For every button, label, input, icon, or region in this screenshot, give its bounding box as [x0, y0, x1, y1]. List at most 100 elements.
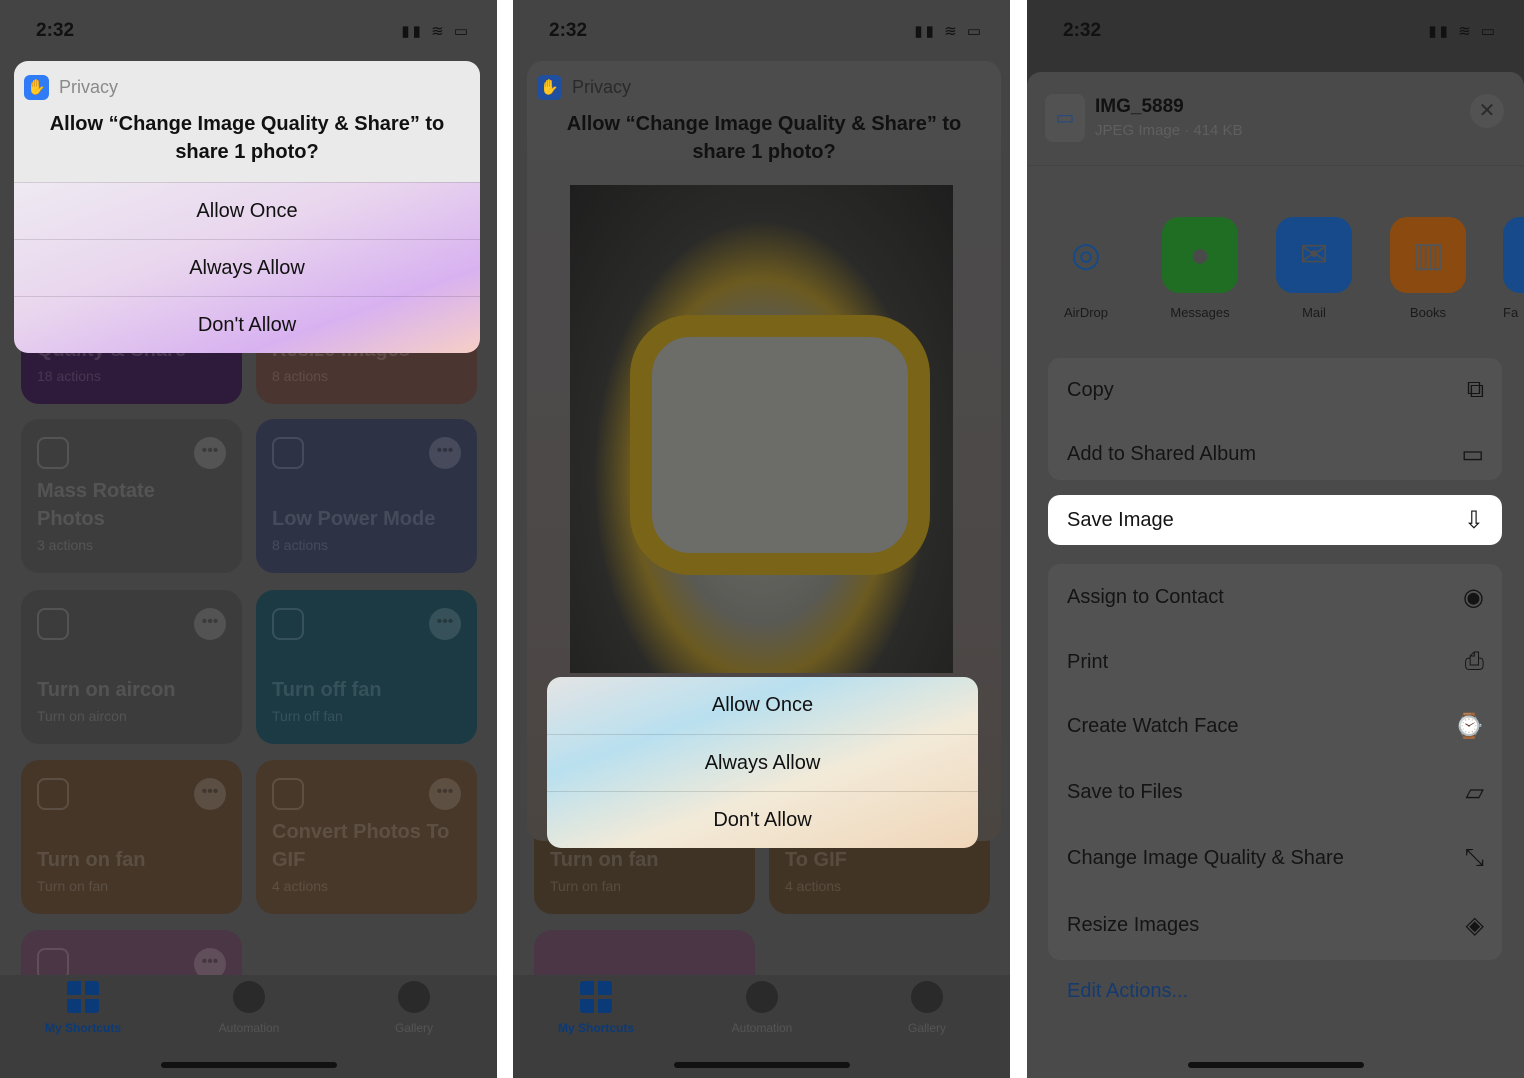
copy-icon: ⧉: [1466, 376, 1484, 403]
more-button[interactable]: •••: [194, 778, 226, 810]
share-app-books[interactable]: ▥ Books: [1389, 217, 1467, 320]
more-button[interactable]: •••: [429, 437, 461, 469]
share-action-save-to-files[interactable]: Save to Files ▱: [1048, 760, 1502, 824]
books-icon: ▥: [1390, 217, 1466, 293]
status-bar: 2:32 ▮▮ ≋ ▭: [0, 0, 497, 60]
car-icon: [37, 778, 69, 810]
tab-label: Automation: [731, 1021, 793, 1035]
home-indicator: [674, 1062, 850, 1068]
file-thumbnail-icon: ▭: [1045, 94, 1085, 142]
action-label: Add to Shared Album: [1067, 442, 1257, 465]
tab-my-shortcuts[interactable]: My Shortcuts: [536, 981, 656, 1035]
always-allow-button[interactable]: Always Allow: [14, 239, 480, 296]
home-indicator: [1188, 1062, 1364, 1068]
always-allow-button[interactable]: Always Allow: [547, 734, 978, 791]
shortcut-card[interactable]: ••• Turn off fan Turn off fan: [256, 590, 477, 744]
privacy-alert: ✋ Privacy Allow “Change Image Quality & S…: [527, 61, 1001, 848]
tab-gallery[interactable]: Gallery: [867, 981, 987, 1035]
tab-label: My Shortcuts: [44, 1021, 121, 1035]
card-subtitle: 3 actions: [37, 537, 94, 553]
app-label: Messages: [1170, 305, 1230, 320]
card-title: Mass Rotate Photos: [37, 480, 155, 530]
tab-label: Automation: [218, 1021, 280, 1035]
tab-automation[interactable]: Automation: [702, 981, 822, 1035]
share-app-messages[interactable]: ● Messages: [1161, 217, 1239, 320]
share-action-change-image-quality-share[interactable]: Change Image Quality & Share ⤡: [1048, 826, 1502, 890]
tab-my-shortcuts[interactable]: My Shortcuts: [23, 981, 143, 1035]
layers-icon: [37, 437, 69, 469]
folder-icon: ▱: [1465, 778, 1484, 806]
save-image-icon: ⇩: [1463, 506, 1484, 534]
edit-actions-link[interactable]: Edit Actions...: [1067, 980, 1188, 1003]
layers-icon: [398, 981, 430, 1013]
airdrop-icon: ◎: [1048, 217, 1124, 293]
share-action-copy[interactable]: Copy ⧉: [1048, 358, 1502, 422]
allow-once-button[interactable]: Allow Once: [14, 182, 480, 239]
car-icon: [272, 608, 304, 640]
shortcut-card[interactable]: ••• Turn on aircon Turn on aircon: [21, 590, 242, 744]
share-action-save-image[interactable]: Save Image ⇩: [1048, 495, 1502, 545]
app-label: Books: [1409, 305, 1447, 320]
alert-source: Privacy: [572, 77, 632, 97]
dont-allow-button[interactable]: Don't Allow: [14, 296, 480, 353]
alert-buttons: Allow Once Always Allow Don't Allow: [547, 677, 978, 848]
compress-icon: ⤡: [1464, 844, 1484, 871]
action-label: Save Image: [1067, 508, 1174, 531]
share-action-assign-to-contact[interactable]: Assign to Contact ◉: [1048, 565, 1502, 629]
mail-icon: ✉: [1276, 217, 1352, 293]
phone-screen-shortcuts: 2:32 ▮▮ ≋ ▭ •••Quality & Share18 actions…: [0, 0, 497, 1078]
pool-image: [630, 315, 930, 575]
more-button[interactable]: •••: [429, 778, 461, 810]
layers-icon: ◈: [1465, 911, 1484, 939]
share-action-add-to-shared-album[interactable]: Add to Shared Album ▭: [1048, 422, 1502, 486]
signal-wifi-battery-icon: ▮▮ ≋ ▭: [914, 23, 984, 40]
close-button[interactable]: ✕: [1470, 94, 1504, 128]
tab-gallery[interactable]: Gallery: [354, 981, 474, 1035]
privacy-alert: ✋ Privacy Allow “Change Image Quality & S…: [14, 61, 480, 353]
action-label: Assign to Contact: [1067, 585, 1224, 608]
card-subtitle: Turn on fan: [37, 878, 109, 894]
card-subtitle: 4 actions: [785, 878, 842, 894]
shortcut-card[interactable]: ••• Low Power Mode 8 actions: [256, 419, 477, 573]
shared-album-icon: ▭: [1461, 440, 1484, 468]
tab-label: Gallery: [907, 1021, 946, 1035]
file-name: IMG_5889: [1095, 96, 1184, 117]
shortcut-card[interactable]: ••• Convert Photos To GIF 4 actions: [256, 760, 477, 914]
share-action-resize-images[interactable]: Resize Images ◈: [1048, 893, 1502, 957]
shortcut-card[interactable]: ••• Mass Rotate Photos 3 actions: [21, 419, 242, 573]
more-button[interactable]: •••: [194, 608, 226, 640]
alert-source: Privacy: [59, 77, 119, 97]
share-action-print[interactable]: Print ⎙: [1048, 630, 1502, 694]
status-time: 2:32: [549, 20, 588, 41]
phone-screen-photo-preview: 2:32 ▮▮ ≋ ▭ Turn on fan Turn on fan To GI…: [513, 0, 1010, 1078]
layers-icon: [911, 981, 943, 1013]
layers-icon: [272, 437, 304, 469]
share-action-create-watch-face[interactable]: Create Watch Face ⌚: [1048, 694, 1502, 758]
home-indicator: [161, 1062, 337, 1068]
card-title: Convert Photos To GIF: [272, 821, 450, 871]
card-title: Turn on fan: [37, 849, 146, 871]
hand-icon: ✋: [24, 75, 49, 100]
status-time: 2:32: [1063, 20, 1102, 41]
app-label: Mail: [1302, 305, 1326, 320]
tab-automation[interactable]: Automation: [189, 981, 309, 1035]
more-button[interactable]: •••: [429, 608, 461, 640]
grid-icon: [272, 778, 304, 810]
card-title: To GIF: [785, 849, 847, 871]
share-app-mail[interactable]: ✉ Mail: [1275, 217, 1353, 320]
action-label: Resize Images: [1067, 913, 1200, 936]
card-title: Turn off fan: [272, 679, 382, 701]
card-subtitle: Turn off fan: [272, 708, 343, 724]
app-label: Fa: [1503, 305, 1519, 320]
more-button[interactable]: •••: [194, 437, 226, 469]
share-app-airdrop[interactable]: ◎ AirDrop: [1047, 217, 1125, 320]
action-label: Save to Files: [1067, 780, 1183, 803]
dont-allow-button[interactable]: Don't Allow: [547, 791, 978, 848]
card-subtitle: 4 actions: [272, 878, 329, 894]
card-subtitle: 18 actions: [37, 368, 101, 384]
allow-once-button[interactable]: Allow Once: [547, 677, 978, 734]
share-app-more[interactable]: Fa: [1503, 217, 1524, 320]
shortcut-card[interactable]: ••• Turn on fan Turn on fan: [21, 760, 242, 914]
watch-icon: ⌚: [1454, 712, 1484, 740]
status-bar: 2:32 ▮▮ ≋ ▭: [513, 0, 1010, 60]
